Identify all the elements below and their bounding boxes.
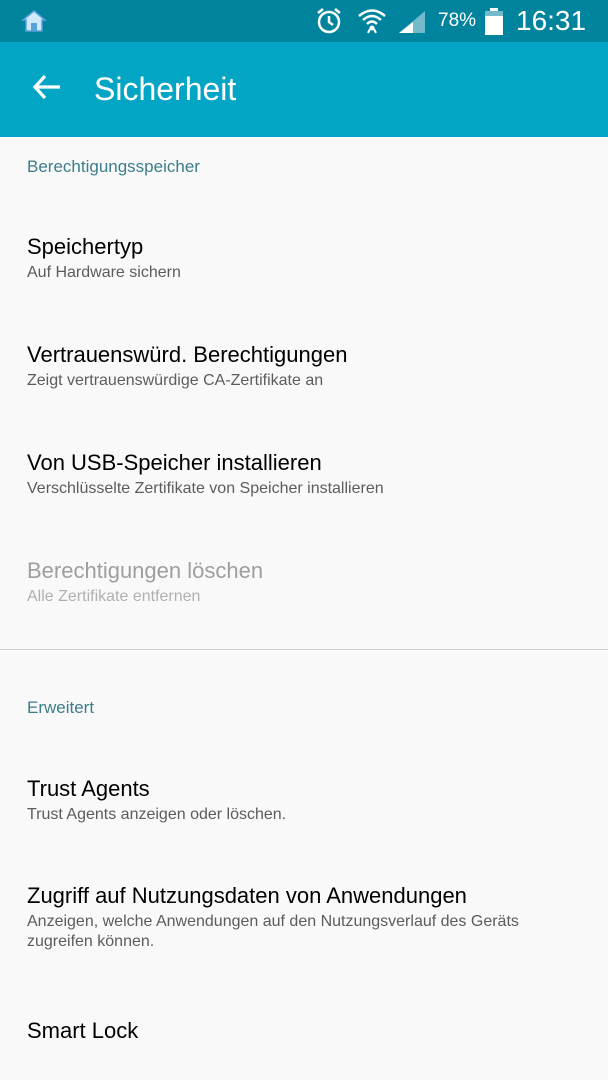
wifi-icon xyxy=(356,5,388,37)
list-item-title: Berechtigungen löschen xyxy=(27,558,264,583)
list-item-trusted-credentials[interactable]: Vertrauenswürd. Berechtigungen Zeigt ver… xyxy=(0,341,608,401)
list-item-subtitle: Auf Hardware sichern xyxy=(27,264,181,281)
list-item-trust-agents[interactable]: Trust Agents Trust Agents anzeigen oder … xyxy=(0,775,608,835)
list-item-title: Trust Agents xyxy=(27,776,150,801)
section-divider xyxy=(0,649,608,650)
battery-icon xyxy=(484,8,504,35)
page-title: Sicherheit xyxy=(94,71,237,107)
list-item-subtitle: Trust Agents anzeigen oder löschen. xyxy=(27,806,287,823)
list-item-subtitle: Alle Zertifikate entfernen xyxy=(27,588,201,605)
battery-percentage: 78% xyxy=(438,10,477,31)
status-bar: 78% 16:31 xyxy=(0,0,608,42)
list-item-subtitle: Verschlüsselte Zertifikate von Speicher … xyxy=(27,480,384,497)
home-icon xyxy=(20,9,48,33)
clock: 16:31 xyxy=(516,5,587,36)
arrow-left-icon xyxy=(32,74,62,105)
list-item-storage-type[interactable]: Speichertyp Auf Hardware sichern xyxy=(0,233,608,293)
list-item-smart-lock[interactable]: Smart Lock xyxy=(0,1017,608,1057)
list-item-subtitle: Zeigt vertrauenswürdige CA-Zertifikate a… xyxy=(27,372,324,389)
list-item-title: Vertrauenswürd. Berechtigungen xyxy=(27,342,348,367)
alarm-icon xyxy=(314,6,344,36)
app-bar: Sicherheit xyxy=(0,42,608,137)
list-item-clear-credentials[interactable]: Berechtigungen löschen Alle Zertifikate … xyxy=(0,557,608,617)
list-item-subtitle: Anzeigen, welche Anwendungen auf den Nut… xyxy=(27,913,519,950)
signal-icon xyxy=(397,9,427,35)
list-item-title: Zugriff auf Nutzungsdaten von Anwendunge… xyxy=(27,883,467,908)
settings-list: Berechtigungsspeicher Speichertyp Auf Ha… xyxy=(0,137,608,1080)
list-item-install-from-usb[interactable]: Von USB-Speicher installieren Verschlüss… xyxy=(0,449,608,509)
section-header-advanced: Erweitert xyxy=(27,698,95,717)
list-item-usage-data-access[interactable]: Zugriff auf Nutzungsdaten von Anwendunge… xyxy=(0,882,608,962)
list-item-title: Von USB-Speicher installieren xyxy=(27,450,322,475)
back-button[interactable] xyxy=(22,64,72,114)
section-header-credential-storage: Berechtigungsspeicher xyxy=(27,157,200,176)
list-item-title: Speichertyp xyxy=(27,234,144,259)
list-item-title: Smart Lock xyxy=(27,1018,139,1043)
